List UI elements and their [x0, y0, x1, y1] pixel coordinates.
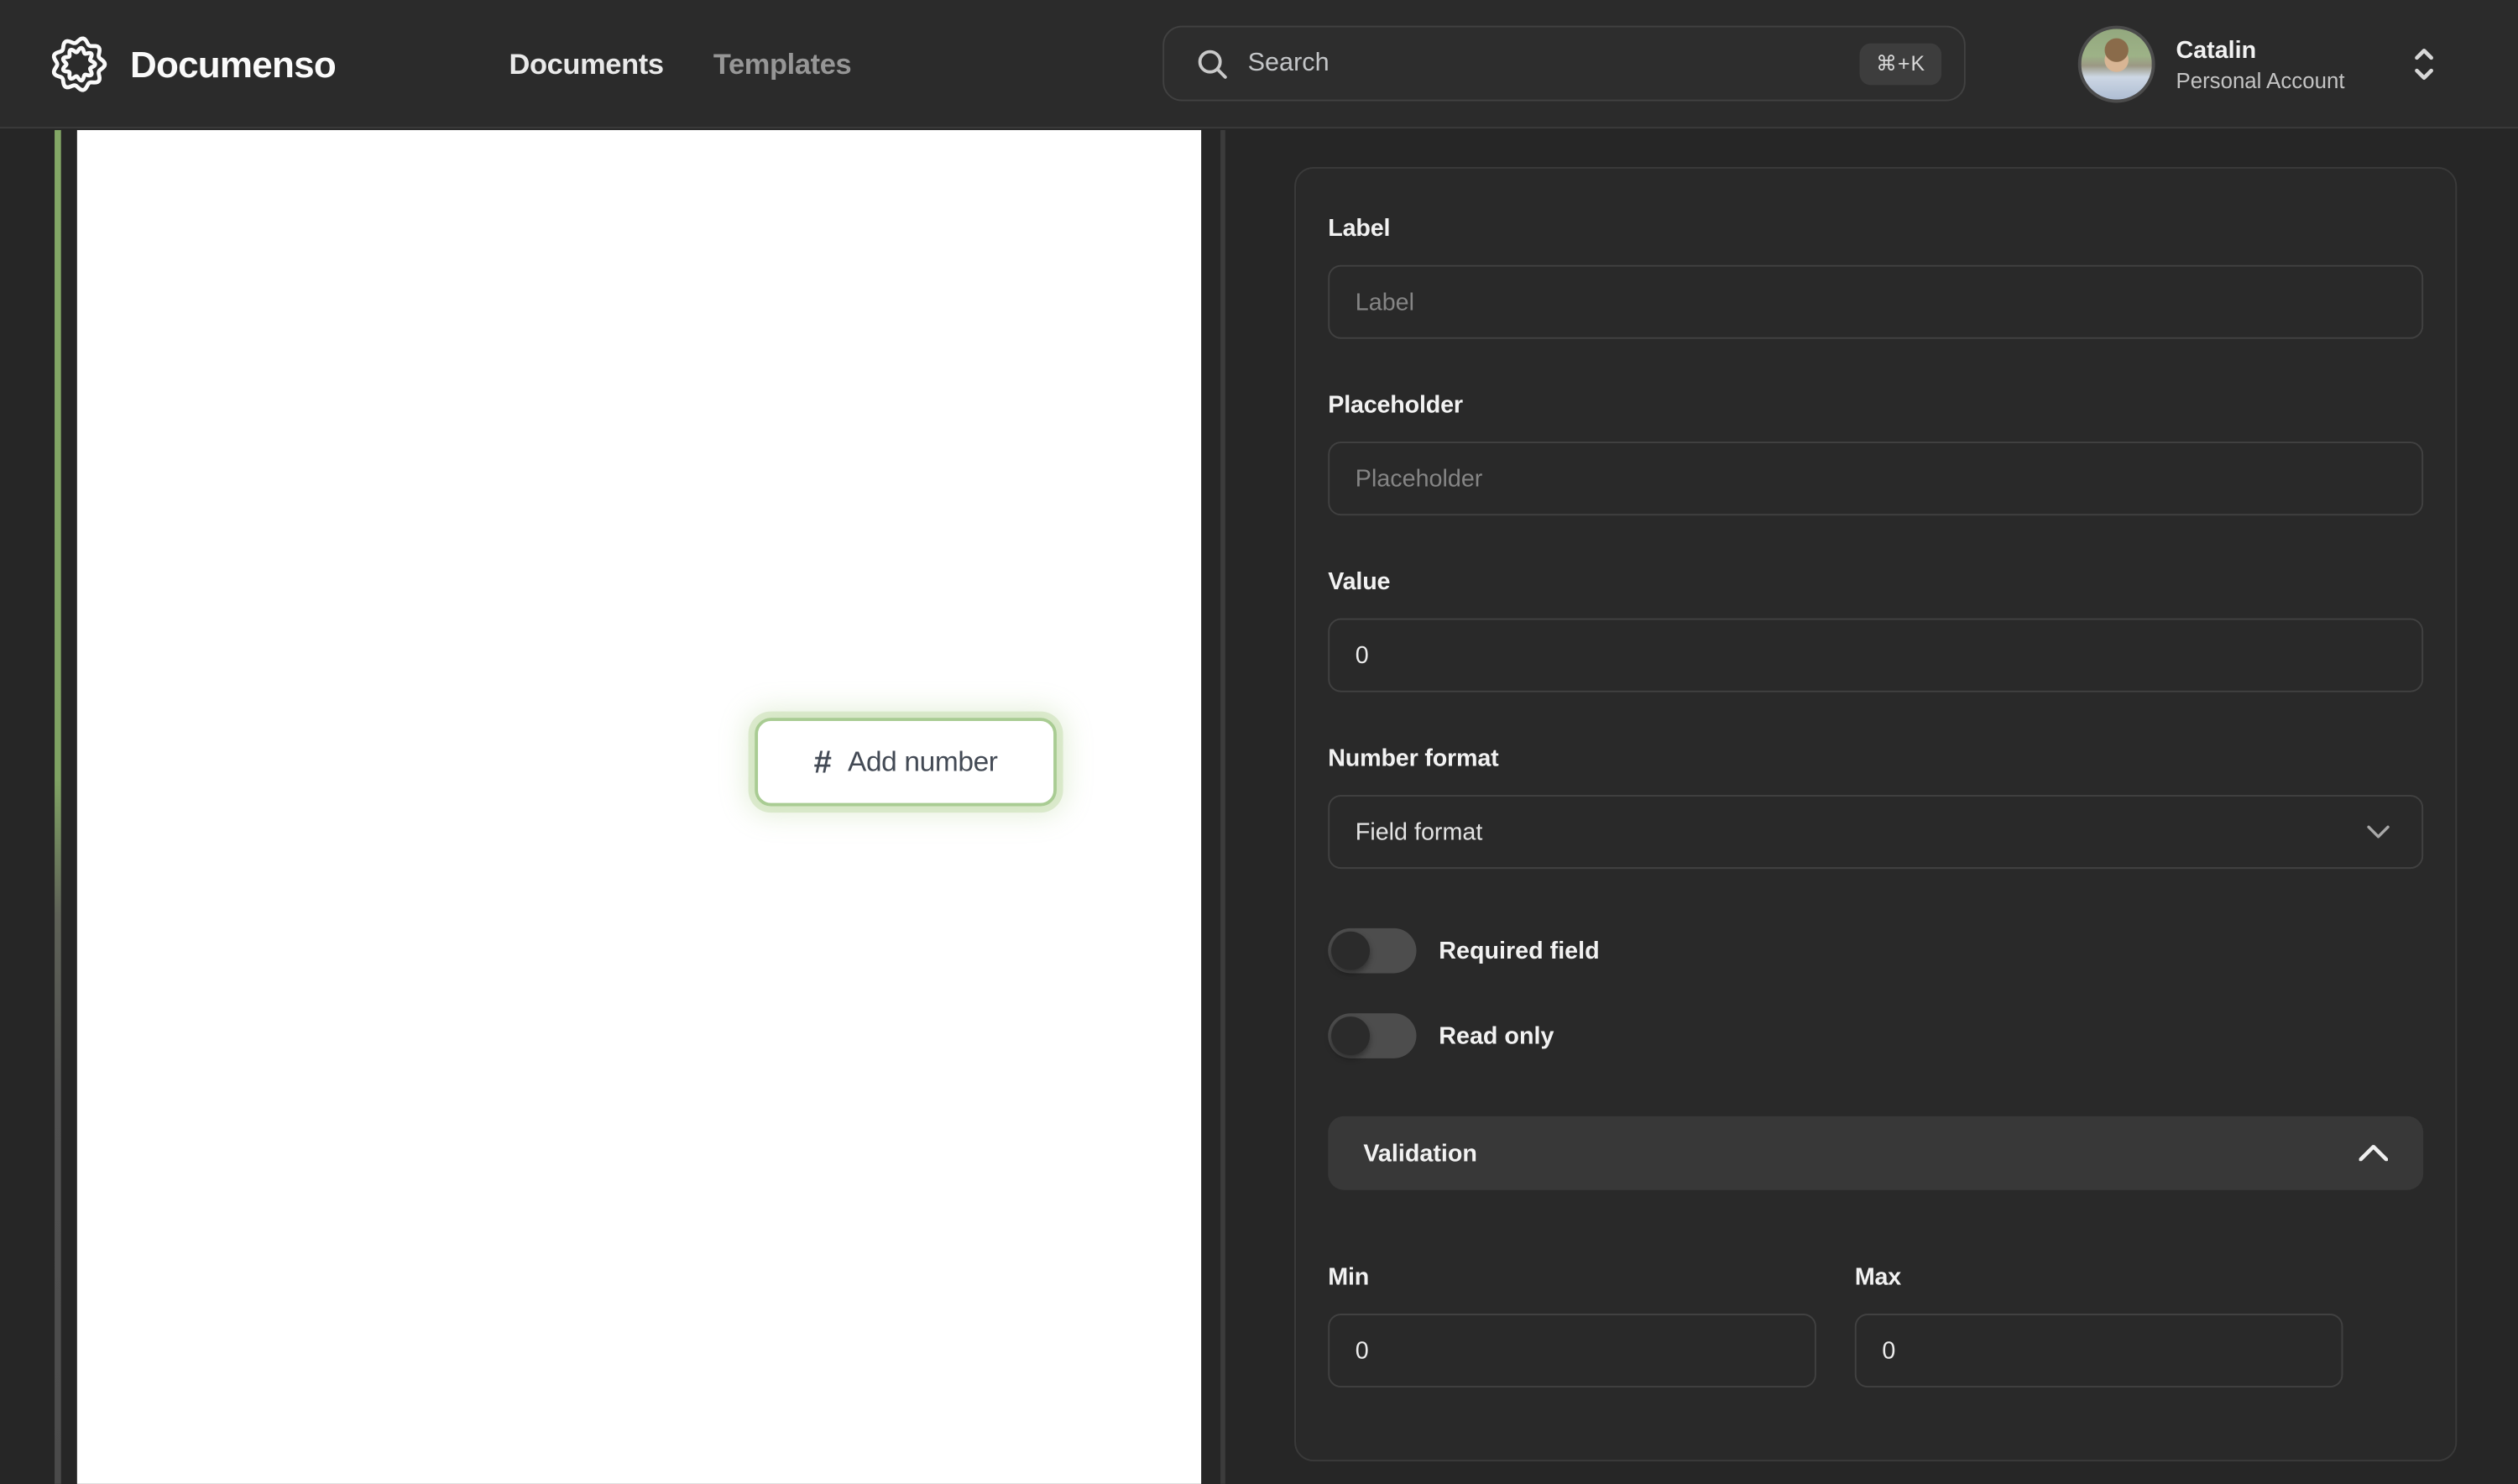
max-field-group: Max: [1854, 1263, 2343, 1388]
min-input[interactable]: [1328, 1314, 1816, 1388]
main-content: # Add number Label Placeholder Value Num…: [0, 129, 2518, 1484]
max-input[interactable]: [1854, 1314, 2343, 1388]
user-info: Catalin Personal Account: [2176, 36, 2344, 92]
validation-title: Validation: [1363, 1139, 1477, 1167]
brand-logo[interactable]: Documenso: [48, 0, 337, 128]
value-input[interactable]: [1328, 618, 2424, 692]
required-field-toggle[interactable]: [1328, 928, 1417, 974]
user-name: Catalin: [2176, 36, 2257, 64]
panel-divider: [1220, 129, 1225, 1484]
chevron-up-down-icon[interactable]: [2411, 44, 2438, 86]
search-placeholder: Search: [1247, 49, 1330, 76]
nav-item-templates[interactable]: Templates: [713, 47, 852, 81]
validation-section-header[interactable]: Validation: [1328, 1116, 2424, 1190]
number-format-heading: Number format: [1328, 745, 1499, 773]
field-settings-panel: Label Placeholder Value Number format Fi…: [1294, 166, 2458, 1462]
required-field-row: Required field: [1328, 928, 2423, 974]
user-account-type: Personal Account: [2176, 68, 2345, 93]
chevron-down-icon: [2367, 825, 2390, 839]
toggle-knob: [1331, 1016, 1371, 1056]
search-icon: [1198, 49, 1227, 78]
label-input[interactable]: [1328, 264, 2424, 339]
placeholder-field-group: Placeholder: [1328, 391, 2424, 516]
page-edge-accent-strip: [55, 129, 61, 1484]
search-input[interactable]: Search ⌘+K: [1162, 25, 1966, 102]
primary-nav: Documents Templates: [509, 0, 852, 128]
search-shortcut-badge: ⌘+K: [1860, 42, 1942, 85]
placeholder-input[interactable]: [1328, 442, 2424, 516]
user-menu[interactable]: Catalin Personal Account: [2077, 0, 2463, 128]
value-field-heading: Value: [1328, 568, 1391, 596]
value-field-group: Value: [1328, 568, 2424, 692]
add-number-label: Add number: [847, 745, 998, 778]
field-format-select[interactable]: Field format: [1328, 795, 2424, 870]
placeholder-field-heading: Placeholder: [1328, 391, 1463, 420]
documenso-logo-icon: [51, 36, 107, 92]
add-number-field-button[interactable]: # Add number: [755, 718, 1057, 807]
field-format-selected-value: Field format: [1355, 818, 1483, 846]
app-viewport: Documenso Documents Templates Search ⌘+K…: [0, 0, 2518, 1484]
min-field-heading: Min: [1328, 1263, 1370, 1292]
read-only-label: Read only: [1439, 1022, 1554, 1050]
label-field-group: Label: [1328, 215, 2424, 339]
min-max-row: Min Max: [1328, 1263, 2423, 1388]
nav-item-documents[interactable]: Documents: [509, 47, 664, 81]
toggle-knob: [1331, 931, 1371, 970]
document-page: # Add number: [76, 129, 1202, 1484]
user-avatar[interactable]: [2077, 25, 2155, 103]
read-only-row: Read only: [1328, 1013, 2423, 1058]
brand-name: Documenso: [129, 42, 337, 85]
chevron-up-icon: [2359, 1145, 2389, 1162]
min-field-group: Min: [1328, 1263, 1816, 1388]
read-only-toggle[interactable]: [1328, 1013, 1417, 1058]
required-field-label: Required field: [1439, 937, 1600, 964]
number-format-group: Number format Field format: [1328, 745, 2424, 870]
hash-icon: #: [813, 744, 832, 780]
top-navbar: Documenso Documents Templates Search ⌘+K…: [0, 0, 2518, 129]
max-field-heading: Max: [1854, 1263, 1902, 1292]
label-field-heading: Label: [1328, 215, 1391, 243]
